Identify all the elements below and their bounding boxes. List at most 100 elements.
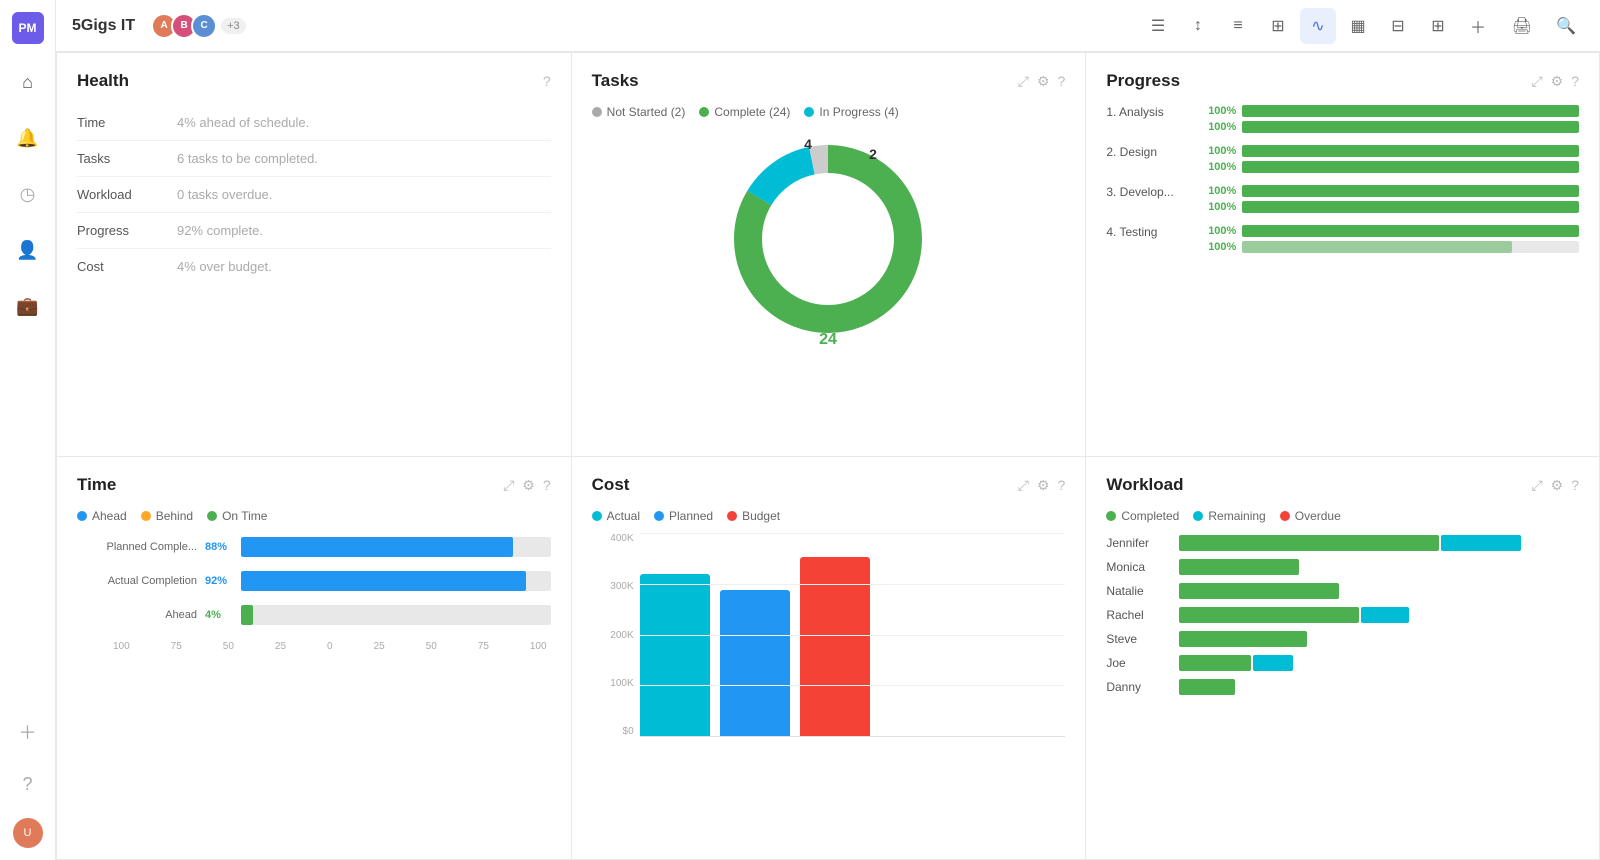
progress-expand-icon[interactable]: ⤢: [1531, 73, 1542, 90]
cost-panel: Cost ⤢ ⚙ ? Actual Planned Budg: [571, 456, 1086, 860]
workload-help-icon[interactable]: ?: [1571, 477, 1579, 493]
bar-fill-actual: [241, 571, 526, 591]
tasks-settings-icon[interactable]: ⚙: [1037, 73, 1050, 90]
bar-pct-ahead: 4%: [205, 609, 237, 621]
x-axis-label: 0: [327, 641, 333, 652]
legend-completed: Completed: [1106, 509, 1179, 523]
nav-icon-grid[interactable]: ⊞: [1260, 8, 1296, 44]
search-icon[interactable]: 🔍: [1548, 8, 1584, 44]
progress-settings-icon[interactable]: ⚙: [1551, 73, 1564, 90]
legend-dot-on-time: [207, 511, 217, 521]
workload-name-rachel: Rachel: [1106, 608, 1171, 622]
project-avatars: A B C +3: [151, 13, 246, 39]
nav-icon-more[interactable]: ⊞: [1420, 8, 1456, 44]
workload-expand-icon[interactable]: ⤢: [1531, 477, 1542, 494]
cost-legend: Actual Planned Budget: [592, 509, 1066, 523]
workload-name-monica: Monica: [1106, 560, 1171, 574]
legend-budget: Budget: [727, 509, 780, 523]
health-title: Health: [77, 71, 129, 91]
cost-bar-planned: [720, 590, 790, 737]
legend-dot-remaining: [1193, 511, 1203, 521]
workload-actions: ⤢ ⚙ ?: [1531, 477, 1579, 494]
member-count[interactable]: +3: [221, 18, 246, 34]
wl-bar-completed: [1179, 607, 1359, 623]
legend-label-completed: Completed: [1121, 509, 1179, 523]
progress-bar-fill: [1242, 241, 1511, 253]
workload-bars-danny: [1179, 679, 1579, 695]
nav-icon-chart[interactable]: ↕: [1180, 8, 1216, 44]
sidebar-icon-history[interactable]: ◷: [10, 176, 46, 212]
nav-icon-add[interactable]: ＋: [1460, 8, 1496, 44]
progress-bar-bg: [1242, 241, 1579, 253]
progress-section-testing: 4. Testing 100% 100%: [1106, 225, 1579, 257]
sidebar-icon-work[interactable]: 💼: [10, 288, 46, 324]
legend-dot-in-progress: [804, 107, 814, 117]
legend-label-planned: Planned: [669, 509, 713, 523]
progress-bar-bg: [1242, 201, 1579, 213]
nav-icon-docs[interactable]: ⊟: [1380, 8, 1416, 44]
time-actions: ⤢ ⚙ ?: [503, 477, 551, 494]
progress-bar-fill: [1242, 121, 1579, 133]
time-help-icon[interactable]: ?: [543, 477, 551, 493]
progress-bar-bg: [1242, 161, 1579, 173]
workload-settings-icon[interactable]: ⚙: [1551, 477, 1564, 494]
sidebar-add-button[interactable]: ＋: [10, 714, 46, 750]
progress-bar-bg: [1242, 225, 1579, 237]
bar-bg-actual: [241, 571, 551, 591]
legend-actual: Actual: [592, 509, 640, 523]
progress-section-analysis: 1. Analysis 100% 100%: [1106, 105, 1579, 137]
progress-help-icon[interactable]: ?: [1571, 73, 1579, 89]
time-chart: Planned Comple... 88% Actual Completion …: [77, 537, 551, 625]
wl-bar-completed: [1179, 679, 1235, 695]
legend-dot-actual: [592, 511, 602, 521]
x-axis-label: 50: [426, 641, 437, 652]
project-title: 5Gigs IT: [72, 17, 135, 35]
bar-bg-planned: [241, 537, 551, 557]
health-panel: Health ? Time 4% ahead of schedule. Task…: [56, 52, 571, 456]
time-settings-icon[interactable]: ⚙: [522, 477, 535, 494]
legend-behind: Behind: [141, 509, 193, 523]
bar-fill-ahead: [241, 605, 253, 625]
workload-name-joe: Joe: [1106, 656, 1171, 670]
nav-icon-menu[interactable]: ☰: [1140, 8, 1176, 44]
nav-icon-list[interactable]: ≡: [1220, 8, 1256, 44]
progress-pct: 100%: [1204, 105, 1236, 117]
progress-bar-row: 100%: [1204, 161, 1579, 173]
bar-label-actual: Actual Completion: [77, 575, 197, 587]
health-row-workload: Workload 0 tasks overdue.: [77, 177, 551, 213]
nav-icon-analytics[interactable]: ∿: [1300, 8, 1336, 44]
cost-expand-icon[interactable]: ⤢: [1018, 477, 1029, 494]
tasks-expand-icon[interactable]: ⤢: [1018, 73, 1029, 90]
time-title: Time: [77, 475, 116, 495]
workload-row-joe: Joe: [1106, 655, 1579, 671]
cost-settings-icon[interactable]: ⚙: [1037, 477, 1050, 494]
progress-title: Progress: [1106, 71, 1180, 91]
health-help-icon[interactable]: ?: [543, 73, 551, 89]
legend-dot-behind: [141, 511, 151, 521]
tasks-help-icon[interactable]: ?: [1058, 73, 1066, 89]
wl-bar-remaining: [1361, 607, 1409, 623]
workload-panel: Workload ⤢ ⚙ ? Completed Remaining: [1085, 456, 1600, 860]
workload-row-monica: Monica: [1106, 559, 1579, 575]
nav-icon-calendar[interactable]: ▦: [1340, 8, 1376, 44]
sidebar-help-button[interactable]: ?: [10, 766, 46, 802]
sidebar-icon-home[interactable]: ⌂: [10, 64, 46, 100]
print-icon[interactable]: 🖨: [1504, 8, 1540, 44]
workload-bars-joe: [1179, 655, 1579, 671]
avatar-2[interactable]: C: [191, 13, 217, 39]
app-logo: PM: [12, 12, 44, 44]
time-bar-planned: Planned Comple... 88%: [77, 537, 551, 557]
cost-help-icon[interactable]: ?: [1058, 477, 1066, 493]
health-label-cost: Cost: [77, 259, 177, 274]
wl-bar-remaining: [1441, 535, 1521, 551]
user-avatar[interactable]: U: [13, 818, 43, 848]
health-row-time: Time 4% ahead of schedule.: [77, 105, 551, 141]
legend-overdue: Overdue: [1280, 509, 1341, 523]
legend-label-overdue: Overdue: [1295, 509, 1341, 523]
sidebar-icon-team[interactable]: 👤: [10, 232, 46, 268]
legend-not-started: Not Started (2): [592, 105, 686, 119]
tasks-panel: Tasks ⤢ ⚙ ? Not Started (2) Complete (24…: [571, 52, 1086, 456]
sidebar-icon-notifications[interactable]: 🔔: [10, 120, 46, 156]
time-expand-icon[interactable]: ⤢: [503, 477, 514, 494]
progress-bar-row: 100%: [1204, 121, 1579, 133]
